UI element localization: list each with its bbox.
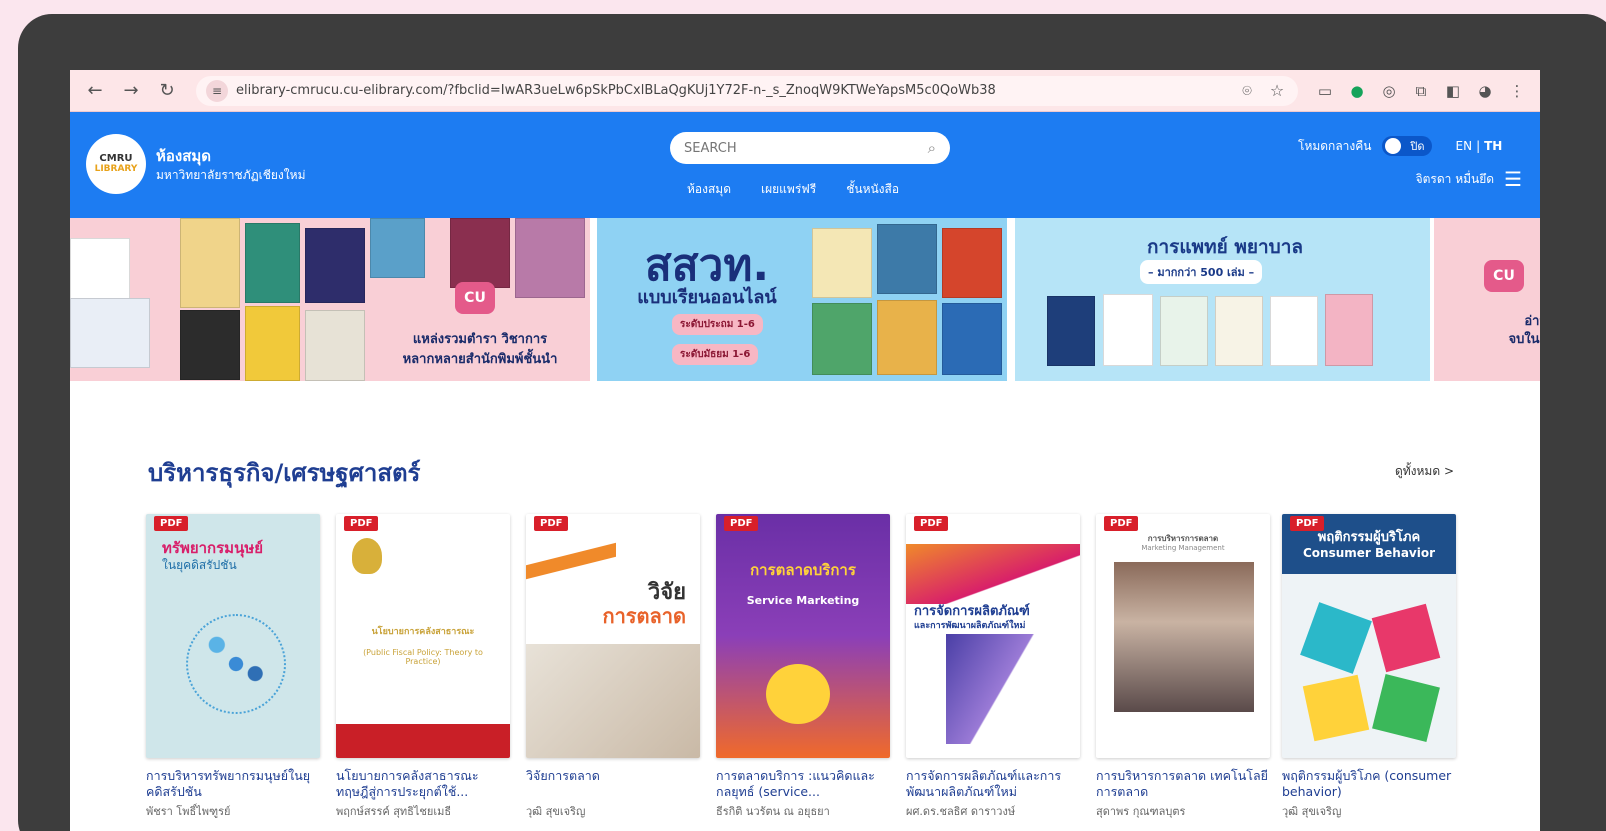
forward-arrow-icon[interactable]: →: [116, 76, 146, 106]
banner-ipst[interactable]: สสวท. แบบเรียนออนไลน์ ระดับประถม 1-6 ระด…: [597, 218, 1007, 381]
banner-app-line2: จบในแอป: [1508, 332, 1540, 347]
nav-free-publish[interactable]: เผยแพร่ฟรี: [761, 180, 816, 199]
night-mode-group: โหมดกลางคืน ปิด EN | TH: [1298, 136, 1502, 156]
book-card[interactable]: PDF พฤติกรรมผู้บริโภค Consumer Behavior …: [1282, 514, 1456, 820]
location-icon[interactable]: ⌾: [1236, 81, 1258, 101]
browser-toolbar: ← → ↻ ≡ elibrary-cmrucu.cu-elibrary.com/…: [70, 70, 1540, 112]
book-author: สุดาพร กุณฑลบุตร: [1096, 805, 1186, 818]
lang-en[interactable]: EN: [1456, 139, 1473, 153]
profile-avatar[interactable]: ◕: [1472, 78, 1498, 104]
book-title[interactable]: วิจัยการตลาด: [526, 768, 700, 800]
toggle-state: ปิด: [1410, 140, 1425, 153]
book-cover[interactable]: PDF การบริหารการตลาด Marketing Managemen…: [1096, 514, 1270, 758]
night-mode-label: โหมดกลางคืน: [1298, 138, 1372, 153]
camera-icon[interactable]: ◎: [1376, 78, 1402, 104]
book-author: ธีรกิติ นวรัตน ณ อยุธยา: [716, 805, 830, 818]
book-title[interactable]: การจัดการผลิตภัณฑ์และการพัฒนาผลิตภัณฑ์ให…: [906, 768, 1080, 800]
see-all-link[interactable]: ดูทั้งหมด >: [1395, 462, 1454, 481]
search-icon[interactable]: ⌕: [928, 139, 936, 157]
book-cover[interactable]: PDF นโยบายการคลังสาธารณะ (Public Fiscal …: [336, 514, 510, 758]
banner-textbooks[interactable]: CU แหล่งรวมตำรา วิชาการ หลากหลายสำนักพิม…: [70, 218, 590, 381]
section-title: บริหารธุรกิจ/เศรษฐศาสตร์: [148, 459, 421, 487]
user-menu[interactable]: จิตรดา หมื่นยึด ☰: [1416, 167, 1522, 191]
book-title[interactable]: พฤติกรรมผู้บริโภค (consumer behavior): [1282, 768, 1456, 800]
site-settings-icon[interactable]: ≡: [206, 79, 228, 102]
puzzle-extensions-icon[interactable]: ⧉: [1408, 78, 1434, 104]
cu-logo-icon: CU: [1484, 260, 1524, 292]
reload-icon[interactable]: ↻: [152, 76, 182, 106]
book-author: พฤกษ์สรรค์ สุทธิไชยเมธี: [336, 805, 452, 818]
banner-textbooks-line1: แหล่งรวมตำรา วิชาการ: [412, 332, 548, 347]
toggle-knob: [1384, 138, 1401, 154]
book-card[interactable]: PDF วิจัย การตลาด วิจัยการตลาด วุฒิ สุขเ…: [526, 514, 700, 820]
banner-carousel: CU แหล่งรวมตำรา วิชาการ หลากหลายสำนักพิม…: [70, 218, 1540, 381]
banner-medical-subtitle: – มากกว่า 500 เล่ม –: [1140, 260, 1263, 284]
book-card[interactable]: PDF ทรัพยากรมนุษย์ ในยุคดิสรัปชัน การบริ…: [146, 514, 320, 820]
hamburger-menu-icon[interactable]: ☰: [1504, 167, 1522, 191]
extension-icon[interactable]: ▭: [1312, 78, 1338, 104]
pdf-badge: PDF: [1104, 516, 1139, 531]
banner-textbooks-line2: หลากหลายสำนักพิมพ์ชั้นนำ: [402, 352, 558, 367]
pdf-badge: PDF: [724, 516, 759, 531]
book-author: พัชรา โพธิ์ไพฑูรย์: [146, 805, 231, 818]
banner-ipst-primary: ระดับประถม 1-6: [672, 314, 763, 335]
user-name[interactable]: จิตรดา หมื่นยึด: [1416, 170, 1494, 189]
site-header: CMRU LIBRARY ห้องสมุด มหาวิทยาลัยราชภัฏเช…: [70, 112, 1540, 218]
pdf-badge: PDF: [914, 516, 949, 531]
pdf-badge: PDF: [154, 516, 189, 531]
more-menu-icon[interactable]: ⋮: [1504, 78, 1530, 104]
banner-medical[interactable]: การแพทย์ พยาบาล – มากกว่า 500 เล่ม –: [1015, 218, 1430, 381]
night-mode-toggle[interactable]: ปิด: [1381, 136, 1432, 156]
grammarly-icon[interactable]: ●: [1344, 78, 1370, 104]
main-nav: ห้องสมุด เผยแพร่ฟรี ชั้นหนังสือ: [687, 180, 899, 199]
book-title[interactable]: การตลาดบริการ :แนวคิดและกลยุทธ์ (service…: [716, 768, 890, 800]
book-author: วุฒิ สุขเจริญ: [526, 805, 586, 818]
address-bar[interactable]: ≡ elibrary-cmrucu.cu-elibrary.com/?fbcli…: [196, 75, 1298, 106]
book-card[interactable]: PDF การบริหารการตลาด Marketing Managemen…: [1096, 514, 1270, 820]
cu-logo-icon: CU: [455, 282, 495, 314]
bookmark-star-icon[interactable]: ☆: [1266, 81, 1288, 100]
banner-ipst-secondary: ระดับมัธยม 1-6: [672, 344, 759, 365]
book-card[interactable]: PDF การตลาดบริการ Service Marketing การต…: [716, 514, 890, 820]
book-card[interactable]: PDF การจัดการผลิตภัณฑ์ และการพัฒนาผลิตภั…: [906, 514, 1080, 820]
url-text[interactable]: elibrary-cmrucu.cu-elibrary.com/?fbclid=…: [236, 83, 1228, 98]
brand-subtitle: มหาวิทยาลัยราชภัฏเชียงใหม่: [156, 168, 306, 182]
book-cover[interactable]: PDF วิจัย การตลาด: [526, 514, 700, 758]
banner-medical-title: การแพทย์ พยาบาล: [1146, 236, 1304, 258]
book-cover[interactable]: PDF พฤติกรรมผู้บริโภค Consumer Behavior: [1282, 514, 1456, 758]
lang-th[interactable]: TH: [1484, 139, 1502, 153]
book-title[interactable]: การบริหารทรัพยากรมนุษย์ในยุคดิสรัปชัน: [146, 768, 320, 800]
library-logo[interactable]: CMRU LIBRARY: [86, 134, 146, 194]
book-card[interactable]: PDF นโยบายการคลังสาธารณะ (Public Fiscal …: [336, 514, 510, 820]
book-cover[interactable]: PDF การจัดการผลิตภัณฑ์ และการพัฒนาผลิตภั…: [906, 514, 1080, 758]
pdf-badge: PDF: [534, 516, 569, 531]
search-input[interactable]: [684, 140, 928, 156]
language-switch: EN | TH: [1456, 139, 1503, 153]
search-box: ⌕: [670, 132, 950, 164]
book-title[interactable]: นโยบายการคลังสาธารณะ ทฤษฎีสู่การประยุกต์…: [336, 768, 510, 800]
book-title[interactable]: การบริหารการตลาด เทคโนโลยีการตลาด: [1096, 768, 1270, 800]
brand-title[interactable]: ห้องสมุด: [156, 144, 211, 168]
lang-separator: |: [1476, 139, 1481, 153]
back-arrow-icon[interactable]: ←: [80, 76, 110, 106]
book-cover[interactable]: PDF การตลาดบริการ Service Marketing: [716, 514, 890, 758]
nav-bookshelf[interactable]: ชั้นหนังสือ: [846, 180, 899, 199]
pdf-badge: PDF: [344, 516, 379, 531]
book-author: ผศ.ดร.ชลธิศ ดาราวงษ์: [906, 805, 1016, 818]
banner-app[interactable]: CU อ่านคร จบในแอป: [1434, 218, 1540, 381]
book-list: PDF ทรัพยากรมนุษย์ ในยุคดิสรัปชัน การบริ…: [146, 514, 1456, 831]
book-author: วุฒิ สุขเจริญ: [1282, 805, 1342, 818]
nav-library[interactable]: ห้องสมุด: [687, 180, 731, 199]
sidepanel-icon[interactable]: ◧: [1440, 78, 1466, 104]
browser-window: ← → ↻ ≡ elibrary-cmrucu.cu-elibrary.com/…: [70, 70, 1540, 831]
banner-ipst-subtitle: แบบเรียนออนไลน์: [637, 287, 777, 308]
book-cover[interactable]: PDF ทรัพยากรมนุษย์ ในยุคดิสรัปชัน: [146, 514, 320, 758]
